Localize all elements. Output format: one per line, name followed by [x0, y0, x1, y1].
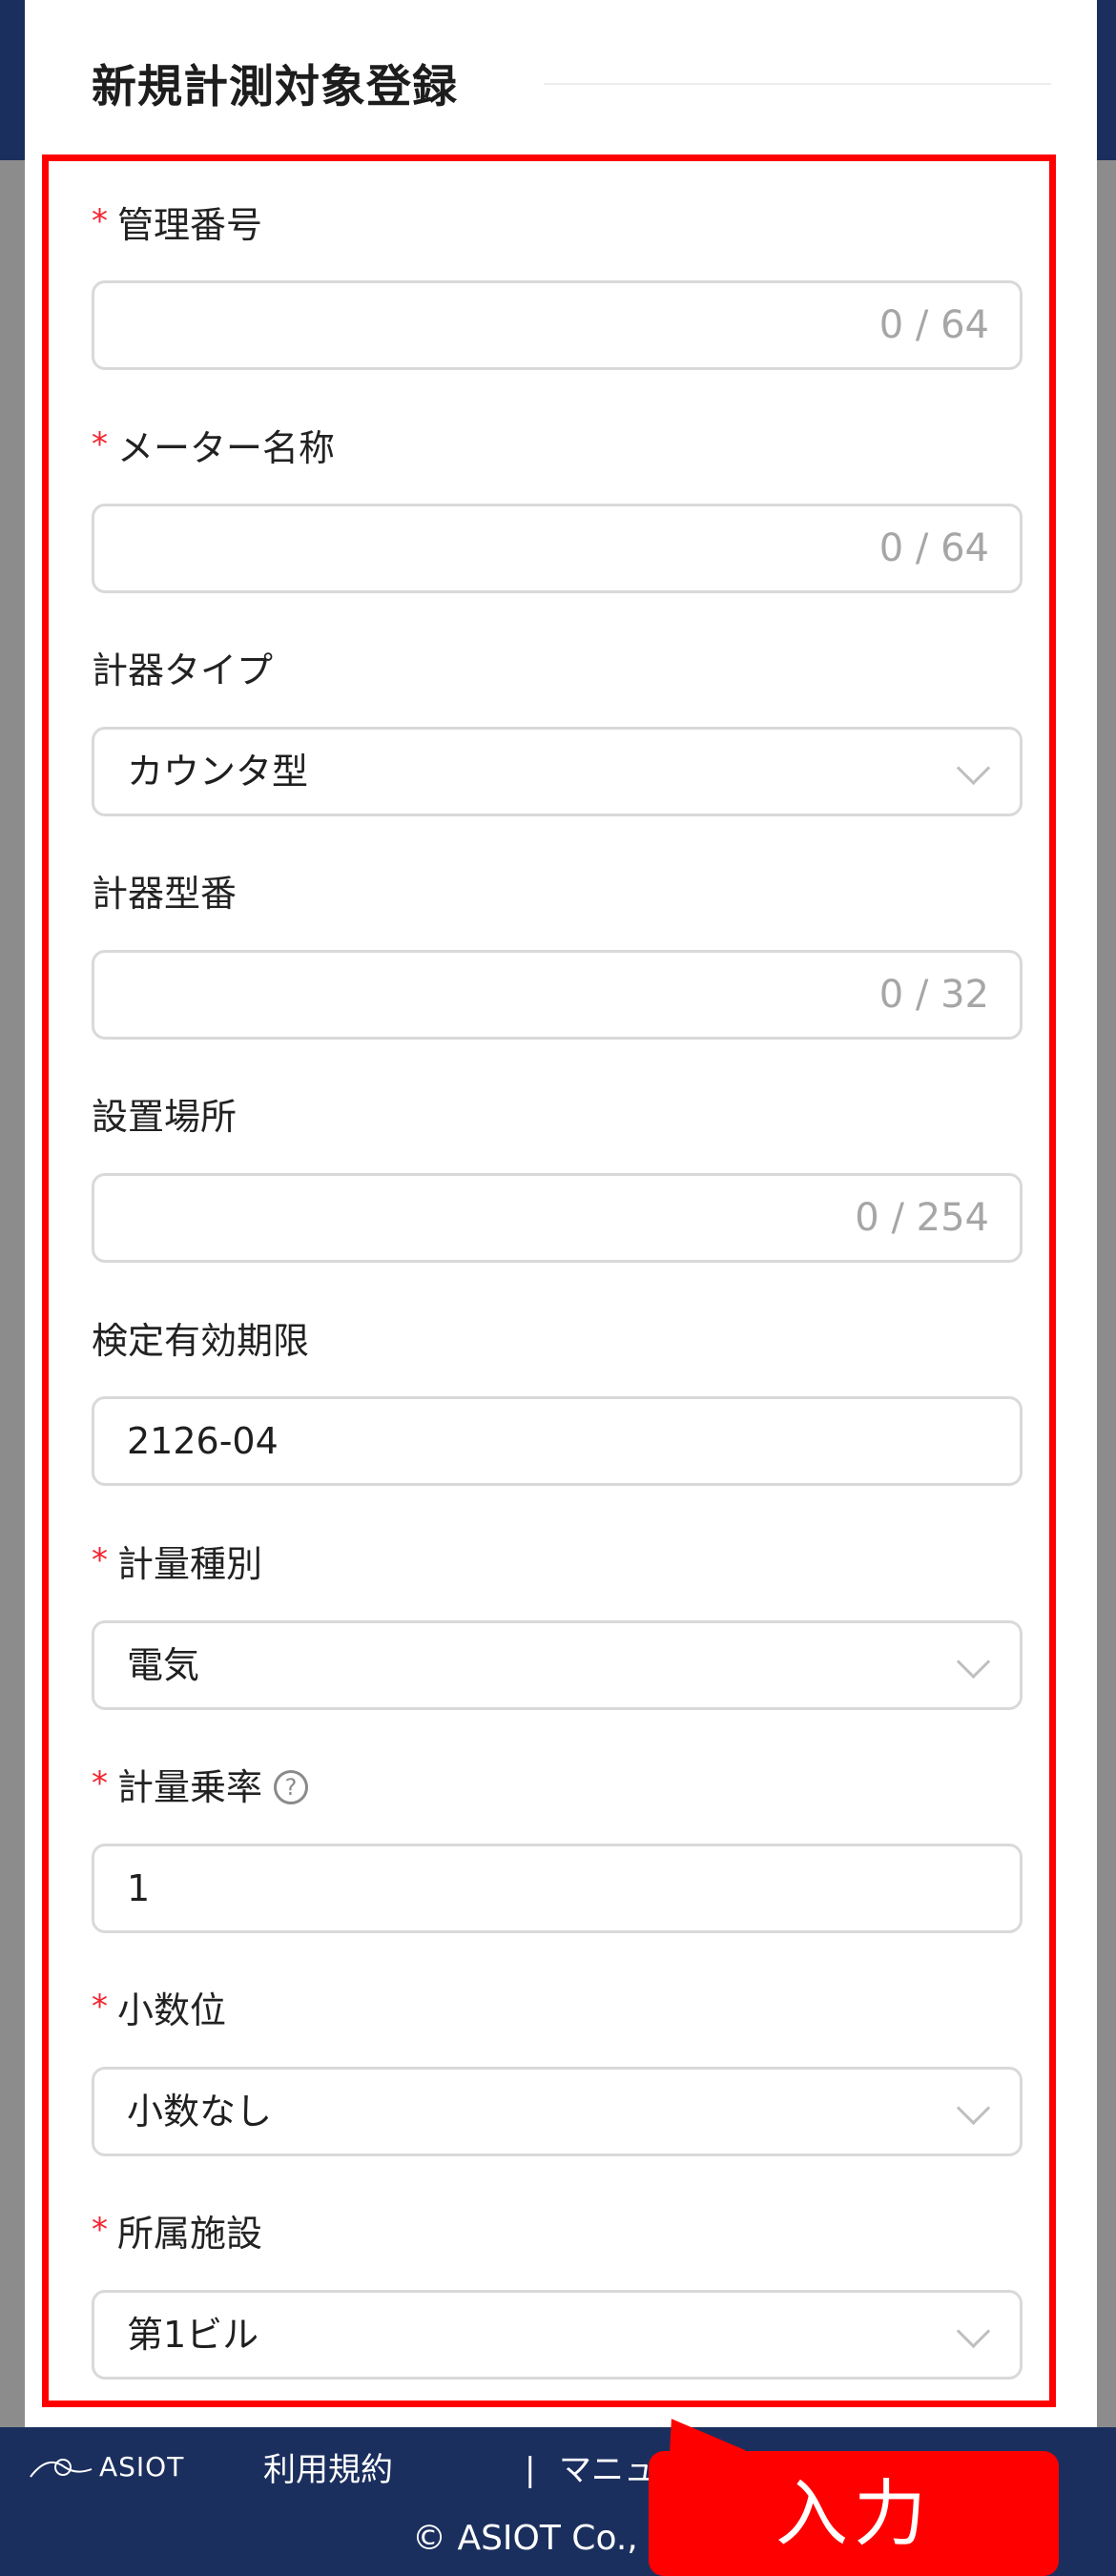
background-header-left [0, 0, 25, 160]
label-management-number: * 管理番号 [92, 201, 262, 249]
chevron-down-icon [956, 2314, 991, 2349]
select-value: 第1ビル [127, 2314, 259, 2356]
select-value: カウンタ型 [127, 751, 309, 793]
modal-title: 新規計測対象登録 [92, 61, 458, 113]
label-text: 管理番号 [117, 204, 263, 246]
label-text: 設置場所 [92, 1096, 238, 1138]
help-icon[interactable]: ? [274, 1769, 309, 1804]
chevron-down-icon [956, 1644, 991, 1680]
footer-separator: | [525, 2451, 536, 2489]
label-text: メーター名称 [117, 427, 336, 469]
asiot-logo[interactable]: ASIOT [29, 2448, 183, 2486]
logo-text: ASIOT [99, 2451, 185, 2483]
measurement-multiplier-input[interactable]: 1 [92, 1844, 1023, 1933]
select-value: 小数なし [127, 2091, 273, 2133]
label-measurement-multiplier: * 計量乗率? [92, 1763, 309, 1811]
select-value: 電気 [127, 1644, 200, 1686]
label-installation-location: 設置場所 [92, 1093, 237, 1141]
management-number-input[interactable]: 0 / 64 [92, 280, 1023, 370]
required-mark: * [92, 1988, 108, 2026]
label-facility: * 所属施設 [92, 2210, 262, 2257]
required-mark: * [92, 1541, 108, 1579]
required-mark: * [92, 425, 108, 464]
callout-text: 入力 [775, 2471, 932, 2556]
label-instrument-model: 計器型番 [92, 870, 237, 917]
label-text: 所属施設 [117, 2213, 263, 2255]
asiot-logo-icon [30, 2459, 93, 2478]
decimal-places-select[interactable]: 小数なし [92, 2067, 1023, 2156]
label-text: 計量種別 [117, 1543, 263, 1585]
instrument-type-select[interactable]: カウンタ型 [92, 727, 1023, 816]
facility-select[interactable]: 第1ビル [92, 2290, 1023, 2380]
label-instrument-type: 計器タイプ [92, 647, 273, 694]
instrument-model-input[interactable]: 0 / 32 [92, 950, 1023, 1040]
installation-location-input[interactable]: 0 / 254 [92, 1173, 1023, 1263]
terms-link[interactable]: 利用規約 [263, 2446, 393, 2494]
input-value: 1 [127, 1867, 151, 1909]
label-text: 検定有効期限 [92, 1320, 310, 1362]
character-counter: 0 / 64 [878, 303, 989, 347]
manual-link[interactable]: マニュ [559, 2446, 656, 2494]
input-callout: 入力 [649, 2451, 1059, 2576]
label-text: 計器型番 [92, 873, 238, 915]
required-mark: * [92, 202, 108, 240]
label-text: 小数位 [117, 1989, 227, 2031]
label-measurement-type: * 計量種別 [92, 1540, 262, 1588]
character-counter: 0 / 32 [878, 973, 989, 1017]
required-mark: * [92, 1764, 108, 1803]
label-verification-expiry: 検定有効期限 [92, 1317, 309, 1365]
character-counter: 0 / 254 [855, 1196, 989, 1240]
chevron-down-icon [956, 751, 991, 786]
label-meter-name: * メーター名称 [92, 424, 335, 472]
title-divider [544, 83, 1051, 85]
measurement-type-select[interactable]: 電気 [92, 1620, 1023, 1710]
required-mark: * [92, 2211, 108, 2249]
copyright-text: © ASIOT Co., L [412, 2519, 669, 2558]
verification-expiry-input[interactable]: 2126-04 [92, 1396, 1023, 1486]
label-text: 計器タイプ [92, 649, 274, 691]
label-decimal-places: * 小数位 [92, 1987, 226, 2034]
label-text: 計量乗率 [117, 1766, 263, 1808]
character-counter: 0 / 64 [878, 526, 989, 570]
background-header-right [1097, 0, 1116, 160]
meter-name-input[interactable]: 0 / 64 [92, 504, 1023, 593]
input-value: 2126-04 [127, 1420, 279, 1462]
chevron-down-icon [956, 2091, 991, 2126]
